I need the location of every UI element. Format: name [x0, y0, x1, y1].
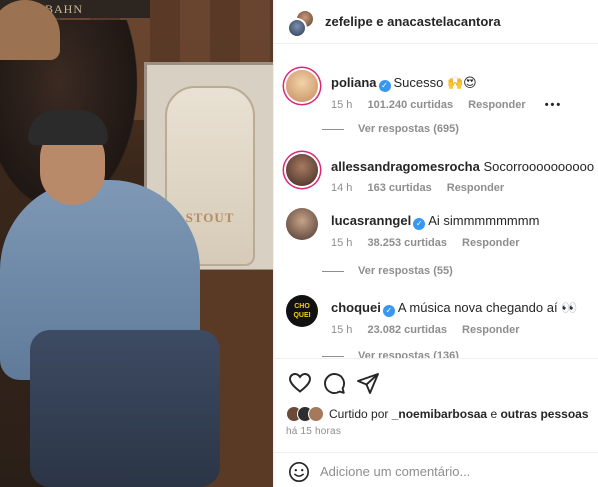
avatar [308, 406, 324, 422]
comment-username[interactable]: allessandragomesrocha [331, 159, 480, 174]
liked-by-prefix: Curtido por [329, 407, 389, 421]
comment-meta: 14 h 163 curtidas Responder [331, 182, 596, 194]
verified-badge-icon: ✓ [413, 218, 426, 230]
avatar[interactable]: CHO QUEI [286, 295, 318, 327]
replies-divider [322, 355, 344, 357]
reply-button[interactable]: Responder [468, 99, 525, 111]
replies-divider [322, 270, 344, 272]
reply-button[interactable]: Responder [462, 237, 519, 249]
add-comment-bar [274, 452, 598, 487]
comment-text-line: poliana ✓ Sucesso 🙌😍 [331, 75, 596, 92]
comment-username[interactable]: poliana [331, 75, 377, 90]
post-timestamp: há 15 horas [286, 426, 342, 437]
comment-likes[interactable]: 23.082 curtidas [367, 324, 447, 336]
verified-badge-icon: ✓ [382, 305, 395, 317]
avatar [287, 18, 307, 38]
view-replies-label: Ver respostas (136) [358, 350, 459, 358]
comment-text-line: allessandragomesrocha Socorroooooooooo 🔥 [331, 159, 598, 175]
heart-icon[interactable] [288, 371, 312, 395]
reply-button[interactable]: Responder [462, 324, 519, 336]
avatar[interactable] [286, 70, 318, 102]
view-replies-label: Ver respostas (55) [358, 265, 453, 277]
post-actions: Curtido por _noemibarbosaa e outras pess… [274, 358, 598, 446]
comment-meta: 15 h 101.240 curtidas Responder ••• [331, 99, 596, 111]
emoji-icon[interactable] [288, 461, 310, 483]
avatar[interactable] [286, 154, 318, 186]
comment-likes[interactable]: 163 curtidas [367, 182, 431, 194]
replies-divider [322, 128, 344, 130]
comment-time: 14 h [331, 182, 353, 194]
comment-text: A música nova chegando aí 👀 [397, 300, 578, 315]
comment-time: 15 h [331, 99, 353, 111]
comment-time: 15 h [331, 237, 353, 249]
liked-by-user[interactable]: _noemibarbosaa [392, 407, 487, 421]
avatar[interactable] [286, 208, 318, 240]
post-header: zefelipe e anacastelacantora [274, 0, 598, 44]
view-replies-label: Ver respostas (695) [358, 123, 459, 135]
liked-by-others[interactable]: outras pessoas [500, 407, 588, 421]
comment-text: Sucesso 🙌😍 [393, 75, 477, 90]
post-author-names[interactable]: zefelipe e anacastelacantora [325, 14, 501, 29]
photo-jeans [30, 330, 220, 487]
share-icon[interactable] [356, 371, 380, 395]
liked-by-middle: e [490, 407, 498, 421]
comment-likes[interactable]: 38.253 curtidas [367, 237, 447, 249]
comment-text: Socorroooooooooo 🔥 [483, 159, 598, 174]
verified-badge-icon: ✓ [378, 80, 391, 92]
comment-likes[interactable]: 101.240 curtidas [367, 99, 453, 111]
comment-icon[interactable] [322, 371, 346, 395]
comment-meta: 15 h 38.253 curtidas Responder [331, 237, 596, 249]
comment-text: Ai simmmmmmmm [428, 213, 540, 228]
more-options-icon[interactable]: ••• [545, 99, 563, 111]
view-replies-button[interactable]: Ver respostas (55) [322, 265, 453, 277]
comment-text-line: choquei ✓ A música nova chegando aí 👀 [331, 300, 596, 317]
view-replies-button[interactable]: Ver respostas (695) [322, 123, 459, 135]
view-replies-button[interactable]: Ver respostas (136) [322, 350, 459, 358]
post-photo[interactable]: EISENBAHN STOUT [0, 0, 273, 487]
comment-time: 15 h [331, 324, 353, 336]
liked-by-summary[interactable]: Curtido por _noemibarbosaa e outras pess… [286, 406, 589, 422]
reply-button[interactable]: Responder [447, 182, 504, 194]
comments-panel: zefelipe e anacastelacantora poliana ✓ Suc… [273, 0, 598, 487]
comment-username[interactable]: lucasranngel [331, 213, 411, 228]
comment-list[interactable]: poliana ✓ Sucesso 🙌😍 15 h 101.240 curtidas… [274, 58, 598, 358]
comment-text-line: lucasranngel ✓ Ai simmmmmmmm [331, 213, 596, 230]
collab-avatars[interactable] [287, 9, 315, 38]
avatar-logo-text: CHO QUEI [293, 303, 311, 319]
comment-username[interactable]: choquei [331, 300, 381, 315]
comment-meta: 15 h 23.082 curtidas Responder [331, 324, 596, 336]
photo-cap [28, 110, 108, 145]
comment-input[interactable] [320, 462, 580, 480]
